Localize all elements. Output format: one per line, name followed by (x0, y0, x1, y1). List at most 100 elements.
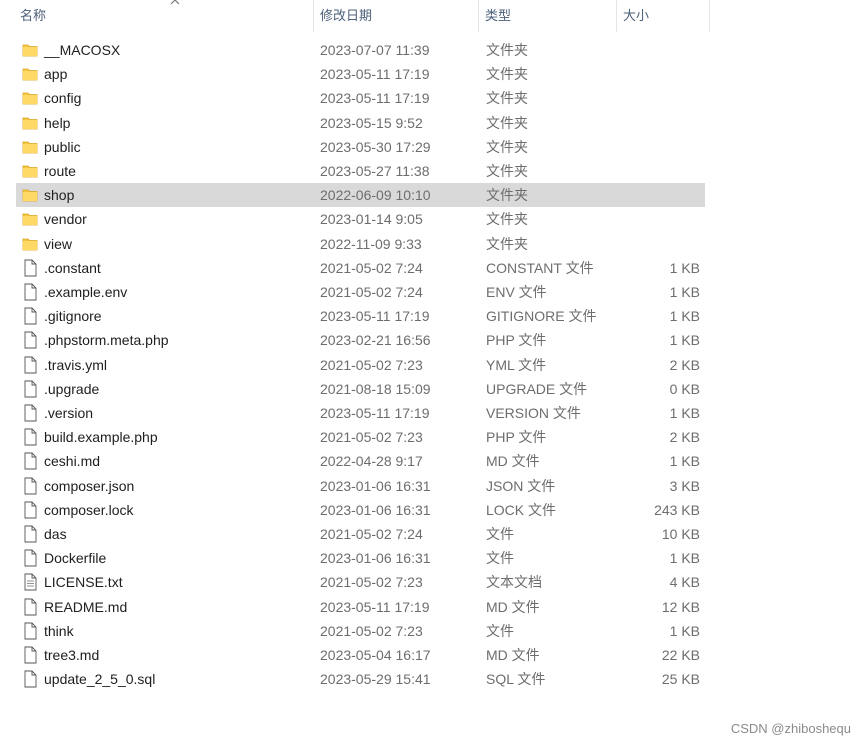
folder-icon (22, 65, 38, 83)
file-type: LOCK 文件 (486, 501, 557, 518)
file-size: 1 KB (669, 622, 700, 639)
column-header-name[interactable]: 名称 (14, 0, 314, 32)
file-date: 2022-04-28 9:17 (320, 453, 423, 470)
file-name: .example.env (44, 284, 128, 300)
file-name: shop (44, 187, 75, 204)
file-icon (22, 356, 38, 374)
file-row[interactable]: composer.lock 2023-01-06 16:31 LOCK 文件 243 … (16, 498, 705, 522)
file-date: 2021-05-02 7:23 (320, 356, 423, 373)
file-row[interactable]: ceshi.md 2022-04-28 9:17 MD 文件 1 KB (16, 449, 705, 473)
file-date: 2021-05-02 7:24 (320, 284, 423, 300)
file-row[interactable]: __MACOSX 2023-07-07 11:39 文件夹 (16, 38, 705, 62)
file-size: 1 KB (669, 550, 700, 567)
file-row[interactable]: README.md 2023-05-11 17:19 MD 文件 12 KB (16, 595, 705, 619)
file-date: 2022-11-09 9:33 (320, 235, 422, 252)
file-row[interactable]: route 2023-05-27 11:38 文件夹 (16, 159, 705, 183)
file-name: composer.lock (44, 501, 134, 518)
file-row[interactable]: Dockerfile 2023-01-06 16:31 文件 1 KB (16, 546, 705, 570)
column-header-type[interactable]: 类型 (479, 0, 617, 32)
file-date: 2023-05-11 17:19 (320, 90, 430, 107)
file-row[interactable]: shop 2022-06-09 10:10 文件夹 (16, 183, 705, 208)
file-icon (22, 452, 38, 470)
watermark: CSDN @zhiboshequ (730, 721, 851, 736)
file-size: 1 KB (669, 284, 700, 300)
file-type: 文件 (486, 622, 514, 639)
file-name: __MACOSX (44, 42, 121, 58)
file-date: 2023-05-11 17:19 (320, 405, 430, 421)
file-size: 0 KB (669, 380, 700, 397)
file-icon (22, 646, 38, 664)
file-date: 2023-01-06 16:31 (320, 550, 431, 567)
file-row[interactable]: .version 2023-05-11 17:19 VERSION 文件 1 KB (16, 401, 705, 425)
file-icon (22, 670, 38, 688)
file-name: .gitignore (44, 308, 102, 325)
file-row[interactable]: .phpstorm.meta.php 2023-02-21 16:56 PHP 文件… (16, 328, 705, 352)
column-header-size[interactable]: 大小 (617, 0, 710, 32)
file-icon (22, 307, 38, 325)
file-name: .version (44, 405, 94, 421)
file-row[interactable]: composer.json 2023-01-06 16:31 JSON 文件 3 KB (16, 474, 705, 498)
file-row[interactable]: view 2022-11-09 9:33 文件夹 (16, 232, 705, 256)
file-name: view (44, 235, 73, 252)
file-row[interactable]: build.example.php 2021-05-02 7:23 PHP 文件 2 … (16, 425, 705, 449)
column-header-date[interactable]: 修改日期 (314, 0, 479, 32)
file-row[interactable]: vendor 2023-01-14 9:05 文件夹 (16, 207, 705, 231)
file-type: 文件夹 (486, 187, 528, 204)
file-icon (22, 477, 38, 495)
file-row[interactable]: .travis.yml 2021-05-02 7:23 YML 文件 2 KB (16, 353, 705, 377)
file-name: app (44, 66, 68, 83)
file-row[interactable]: .example.env 2021-05-02 7:24 ENV 文件 1 KB (16, 280, 705, 304)
file-name: vendor (44, 211, 87, 228)
folder-icon (22, 89, 38, 107)
file-row[interactable]: public 2023-05-30 17:29 文件夹 (16, 135, 705, 159)
file-date: 2023-05-11 17:19 (320, 308, 430, 325)
file-size: 1 KB (669, 405, 700, 421)
folder-icon (22, 114, 38, 132)
file-date: 2023-02-21 16:56 (320, 332, 431, 349)
file-size: 12 KB (661, 598, 700, 615)
file-row[interactable]: update_2_5_0.sql 2023-05-29 15:41 SQL 文件 25… (16, 667, 705, 691)
file-type: JSON 文件 (486, 477, 556, 494)
file-row[interactable]: .gitignore 2023-05-11 17:19 GITIGNORE 文件 1 … (16, 304, 705, 328)
file-name: build.example.php (44, 429, 158, 446)
file-size: 10 KB (661, 526, 700, 542)
file-row[interactable]: config 2023-05-11 17:19 文件夹 (16, 86, 705, 110)
file-type: 文本文档 (486, 574, 542, 591)
file-name: public (44, 138, 81, 155)
file-date: 2021-05-02 7:23 (320, 622, 423, 639)
folder-icon (22, 186, 38, 204)
file-name: .phpstorm.meta.php (44, 332, 169, 349)
folder-icon (22, 162, 38, 180)
file-icon (22, 622, 38, 640)
file-name: README.md (44, 598, 128, 615)
file-icon (22, 525, 38, 543)
file-row[interactable]: help 2023-05-15 9:52 文件夹 (16, 111, 705, 135)
file-type: 文件夹 (486, 138, 528, 155)
file-row[interactable]: das 2021-05-02 7:24 文件 10 KB (16, 522, 705, 546)
file-row[interactable]: app 2023-05-11 17:19 文件夹 (16, 62, 705, 86)
file-type: 文件夹 (486, 66, 528, 83)
file-type: MD 文件 (486, 598, 540, 615)
file-name: route (44, 163, 76, 179)
file-type: GITIGNORE 文件 (486, 308, 597, 325)
file-row[interactable]: think 2021-05-02 7:23 文件 1 KB (16, 619, 705, 643)
file-date: 2023-07-07 11:39 (320, 42, 430, 58)
file-type: PHP 文件 (486, 429, 547, 446)
file-date: 2023-01-14 9:05 (320, 211, 423, 228)
file-row[interactable]: .upgrade 2021-08-18 15:09 UPGRADE 文件 0 KB (16, 377, 705, 401)
file-name: .travis.yml (44, 356, 107, 373)
file-row[interactable]: LICENSE.txt 2021-05-02 7:23 文本文档 4 KB (16, 570, 705, 594)
file-type: CONSTANT 文件 (486, 259, 594, 276)
file-name: das (44, 526, 67, 542)
file-name: tree3.md (44, 647, 100, 663)
file-name: think (44, 622, 74, 639)
file-row[interactable]: .constant 2021-05-02 7:24 CONSTANT 文件 1 KB (16, 256, 705, 280)
file-row[interactable]: tree3.md 2023-05-04 16:17 MD 文件 22 KB (16, 643, 705, 667)
file-icon (22, 380, 38, 398)
file-date: 2023-05-11 17:19 (320, 66, 430, 83)
file-size: 2 KB (669, 429, 700, 446)
column-header-size-label: 大小 (623, 8, 650, 23)
file-date: 2023-01-06 16:31 (320, 501, 431, 518)
file-icon (22, 283, 38, 301)
file-type: 文件 (486, 550, 514, 567)
